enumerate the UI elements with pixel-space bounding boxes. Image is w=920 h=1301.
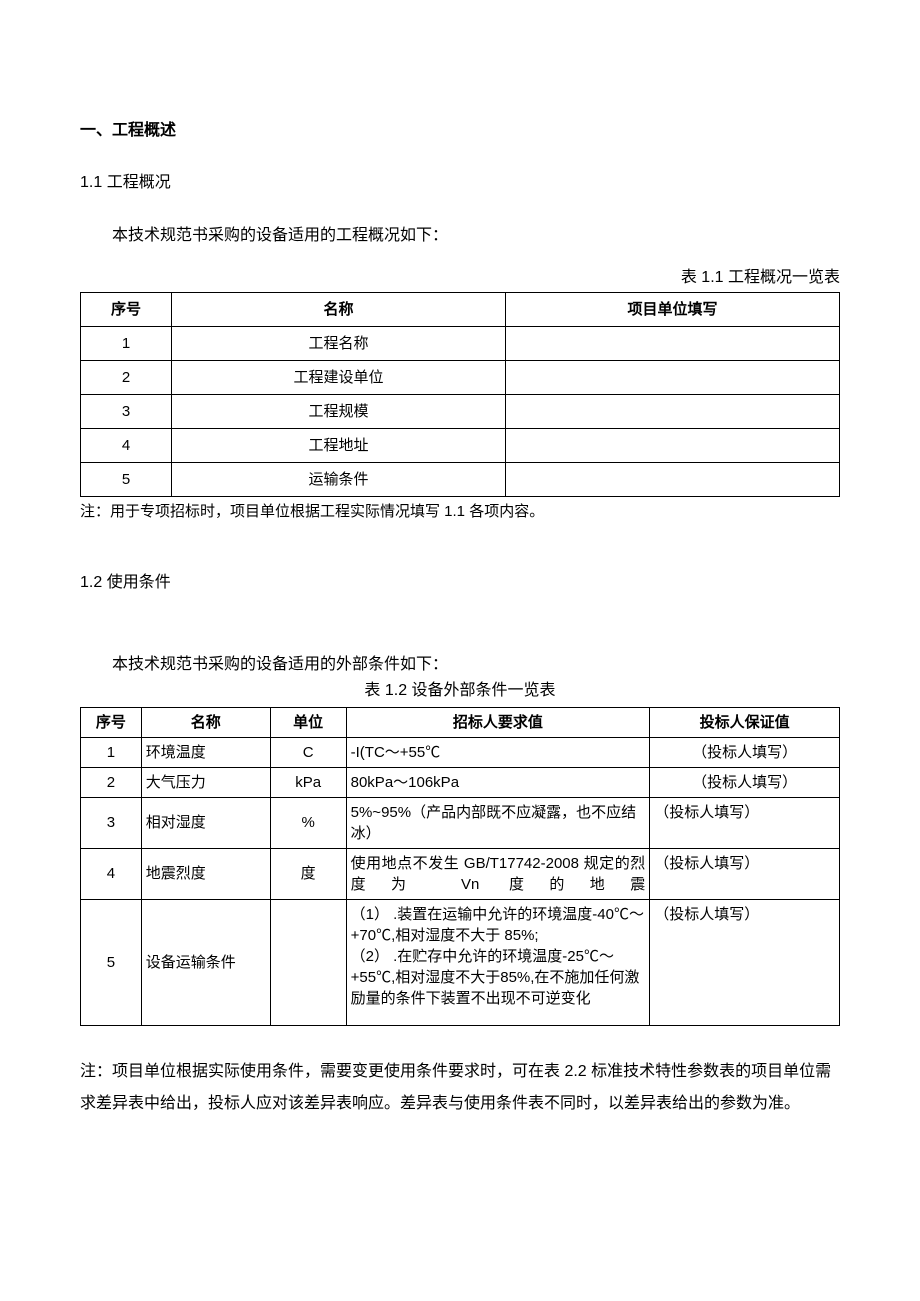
subsection-1-2-para: 本技术规范书采购的设备适用的外部条件如下： bbox=[80, 654, 840, 676]
cell-bid: （投标人填写） bbox=[650, 737, 840, 767]
cell-bid: （投标人填写） bbox=[650, 767, 840, 797]
cell-name: 大气压力 bbox=[141, 767, 270, 797]
cell-seq: 2 bbox=[81, 767, 142, 797]
th-name: 名称 bbox=[141, 707, 270, 737]
table-1-1: 序号 名称 项目单位填写 1 工程名称 2 工程建设单位 3 工程规模 4 工程… bbox=[80, 292, 840, 497]
cell-bid: （投标人填写） bbox=[650, 848, 840, 899]
table-row: 2 工程建设单位 bbox=[81, 360, 840, 394]
table-1-2-caption: 表 1.2 设备外部条件一览表 bbox=[80, 680, 840, 702]
cell-name: 工程名称 bbox=[172, 326, 506, 360]
cell-seq: 3 bbox=[81, 797, 142, 848]
table-row: 4 地震烈度 度 使用地点不发生 GB/T17742-2008 规定的烈度为 V… bbox=[81, 848, 840, 899]
cell-seq: 3 bbox=[81, 394, 172, 428]
cell-seq: 1 bbox=[81, 326, 172, 360]
table-1-1-caption: 表 1.1 工程概况一览表 bbox=[80, 267, 840, 289]
table-1-1-note: 注：用于专项招标时，项目单位根据工程实际情况填写 1.1 各项内容。 bbox=[80, 501, 840, 522]
th-name: 名称 bbox=[172, 292, 506, 326]
cell-name: 地震烈度 bbox=[141, 848, 270, 899]
cell-unit: C bbox=[270, 737, 346, 767]
cell-bid: （投标人填写） bbox=[650, 899, 840, 1025]
table-row: 1 环境温度 C -I(TC～+55℃ （投标人填写） bbox=[81, 737, 840, 767]
cell-unit: 度 bbox=[270, 848, 346, 899]
th-seq: 序号 bbox=[81, 707, 142, 737]
cell-unit: % bbox=[270, 797, 346, 848]
cell-fill bbox=[506, 428, 840, 462]
table-row: 3 工程规模 bbox=[81, 394, 840, 428]
cell-fill bbox=[506, 462, 840, 496]
cell-req: 使用地点不发生 GB/T17742-2008 规定的烈度为 Vn 度的地震 bbox=[346, 848, 650, 899]
cell-seq: 2 bbox=[81, 360, 172, 394]
table-row: 5 运输条件 bbox=[81, 462, 840, 496]
cell-seq: 4 bbox=[81, 428, 172, 462]
table-row: 4 工程地址 bbox=[81, 428, 840, 462]
table-1-2: 序号 名称 单位 招标人要求值 投标人保证值 1 环境温度 C -I(TC～+5… bbox=[80, 707, 840, 1026]
cell-name: 工程建设单位 bbox=[172, 360, 506, 394]
th-req: 招标人要求值 bbox=[346, 707, 650, 737]
cell-seq: 4 bbox=[81, 848, 142, 899]
cell-name: 工程地址 bbox=[172, 428, 506, 462]
section-title: 一、工程概述 bbox=[80, 120, 840, 142]
table-row: 3 相对湿度 % 5%~95%（产品内部既不应凝露，也不应结冰） （投标人填写） bbox=[81, 797, 840, 848]
cell-name: 运输条件 bbox=[172, 462, 506, 496]
subsection-1-1-para: 本技术规范书采购的设备适用的工程概况如下： bbox=[80, 225, 840, 247]
cell-name: 工程规模 bbox=[172, 394, 506, 428]
subsection-1-2-heading: 1.2 使用条件 bbox=[80, 572, 840, 594]
cell-fill bbox=[506, 394, 840, 428]
subsection-1-1-heading: 1.1 工程概况 bbox=[80, 172, 840, 194]
table-row: 5 设备运输条件 （1） .装置在运输中允许的环境温度-40℃～+70℃,相对湿… bbox=[81, 899, 840, 1025]
cell-seq: 5 bbox=[81, 462, 172, 496]
table-header-row: 序号 名称 单位 招标人要求值 投标人保证值 bbox=[81, 707, 840, 737]
cell-unit: kPa bbox=[270, 767, 346, 797]
cell-req: （1） .装置在运输中允许的环境温度-40℃～+70℃,相对湿度不大于 85%;… bbox=[346, 899, 650, 1025]
cell-name: 相对湿度 bbox=[141, 797, 270, 848]
cell-name: 环境温度 bbox=[141, 737, 270, 767]
cell-bid: （投标人填写） bbox=[650, 797, 840, 848]
cell-req: -I(TC～+55℃ bbox=[346, 737, 650, 767]
th-seq: 序号 bbox=[81, 292, 172, 326]
cell-fill bbox=[506, 360, 840, 394]
cell-name: 设备运输条件 bbox=[141, 899, 270, 1025]
cell-seq: 5 bbox=[81, 899, 142, 1025]
cell-unit bbox=[270, 899, 346, 1025]
table-header-row: 序号 名称 项目单位填写 bbox=[81, 292, 840, 326]
table-1-2-note: 注：项目单位根据实际使用条件，需要变更使用条件要求时，可在表 2.2 标准技术特… bbox=[80, 1056, 840, 1120]
table-row: 2 大气压力 kPa 80kPa～106kPa （投标人填写） bbox=[81, 767, 840, 797]
th-unit: 单位 bbox=[270, 707, 346, 737]
th-bid: 投标人保证值 bbox=[650, 707, 840, 737]
cell-fill bbox=[506, 326, 840, 360]
table-row: 1 工程名称 bbox=[81, 326, 840, 360]
cell-req: 5%~95%（产品内部既不应凝露，也不应结冰） bbox=[346, 797, 650, 848]
cell-req: 80kPa～106kPa bbox=[346, 767, 650, 797]
th-fill: 项目单位填写 bbox=[506, 292, 840, 326]
cell-seq: 1 bbox=[81, 737, 142, 767]
